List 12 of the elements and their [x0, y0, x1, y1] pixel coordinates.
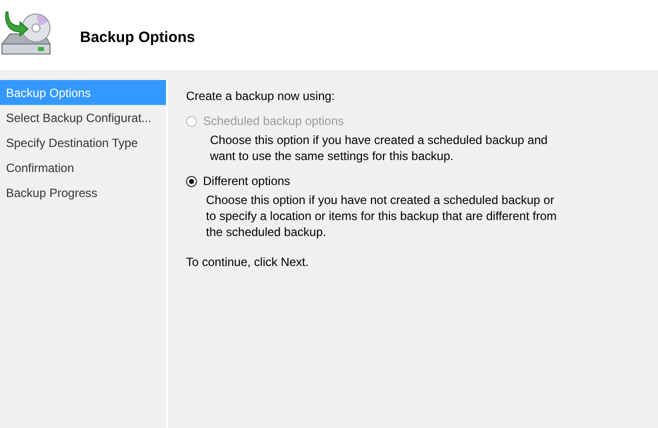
wizard-step[interactable]: Specify Destination Type — [0, 130, 166, 155]
radio-button[interactable] — [186, 176, 197, 186]
option-description: Choose this option if you have not created a scheduled backup or to specify a location or items for this backup that are different from the scheduled backup. — [206, 192, 558, 240]
page-title: Backup Options — [80, 28, 196, 46]
prompt-text: Create a backup now using: — [186, 88, 336, 104]
option-label: Different options — [203, 174, 290, 188]
wizard-step[interactable]: Backup Progress — [0, 180, 166, 205]
option-label: Scheduled backup options — [203, 114, 344, 128]
wizard-step[interactable]: Confirmation — [0, 155, 166, 180]
instruction-text: To continue, click Next. — [186, 254, 310, 270]
wizard-step[interactable]: Select Backup Configurat... — [0, 105, 166, 130]
option-description: Choose this option if you have created a scheduled backup and want to use the same settings for this backup. — [210, 132, 549, 164]
